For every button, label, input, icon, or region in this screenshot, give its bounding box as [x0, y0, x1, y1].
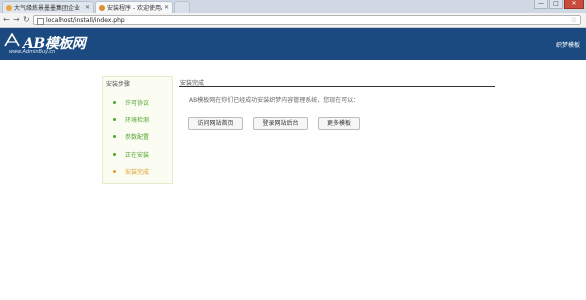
- favicon-icon: [6, 4, 12, 11]
- success-message: AB模板网在你们已经成功安装织梦内容管理系统，您现在可以：: [189, 97, 360, 104]
- window-controls: — □ ✕: [534, 0, 584, 9]
- site-header: AB模板网 www.AdminBuy.cn 织梦模板: [0, 28, 586, 60]
- step-config: 参数配置: [113, 132, 149, 141]
- step-bullet-icon: [113, 101, 116, 104]
- favicon-icon: [99, 4, 105, 11]
- close-tab-icon[interactable]: ✕: [164, 4, 169, 11]
- bookmark-star-icon[interactable]: ☆: [571, 16, 577, 25]
- login-admin-button[interactable]: 登录网站后台: [253, 117, 308, 130]
- step-environment: 环境检测: [113, 115, 149, 124]
- visit-homepage-button[interactable]: 访问网站首页: [188, 117, 243, 130]
- step-label: 环境检测: [125, 117, 150, 124]
- close-window-button[interactable]: ✕: [564, 0, 584, 9]
- logo-mark-icon: [4, 33, 20, 47]
- step-bullet-icon: [113, 170, 116, 173]
- section-divider: [179, 86, 495, 87]
- step-bullet-icon: [113, 118, 116, 121]
- logo-url: www.AdminBuy.cn: [9, 49, 56, 55]
- page-icon: [37, 18, 44, 25]
- browser-tab-2[interactable]: 安装程序 - 欢迎使用AB模板 ✕: [95, 1, 173, 13]
- step-bullet-icon: [113, 135, 116, 138]
- tab-label: 大气缘炼景墨墨集团企业: [14, 5, 81, 12]
- step-installing: 正在安装: [113, 150, 149, 159]
- new-tab-button[interactable]: [174, 1, 190, 13]
- header-right-link[interactable]: 织梦模板: [556, 40, 580, 49]
- forward-arrow-icon[interactable]: →: [13, 14, 20, 26]
- step-label: 参数配置: [125, 134, 150, 141]
- step-bullet-icon: [113, 153, 116, 156]
- tab-label: 安装程序 - 欢迎使用AB模板: [107, 5, 162, 12]
- install-steps-sidebar: 安装步骤 许可协议 环境检测 参数配置 正在安装 安装完成: [102, 76, 173, 184]
- minimize-button[interactable]: —: [534, 0, 548, 9]
- close-tab-icon[interactable]: ✕: [85, 4, 90, 11]
- back-arrow-icon[interactable]: ←: [3, 14, 10, 26]
- step-label: 正在安装: [125, 152, 150, 159]
- step-label: 安装完成: [125, 169, 150, 176]
- more-templates-button[interactable]: 更多模板: [318, 117, 360, 130]
- browser-tab-bar: 大气缘炼景墨墨集团企业 ✕ 安装程序 - 欢迎使用AB模板 ✕ — □ ✕: [0, 0, 586, 13]
- maximize-button[interactable]: □: [549, 0, 563, 9]
- sidebar-title: 安装步骤: [106, 81, 131, 88]
- reload-icon[interactable]: ↻: [23, 14, 30, 26]
- url-input[interactable]: localhost/install/index.php ☆: [33, 15, 581, 25]
- address-bar: ← → ↻ localhost/install/index.php ☆: [0, 13, 586, 28]
- url-text: localhost/install/index.php: [46, 17, 125, 24]
- step-label: 许可协议: [125, 100, 150, 107]
- step-license: 许可协议: [113, 98, 149, 107]
- step-complete: 安装完成: [113, 167, 149, 176]
- browser-tab-1[interactable]: 大气缘炼景墨墨集团企业 ✕: [2, 1, 94, 13]
